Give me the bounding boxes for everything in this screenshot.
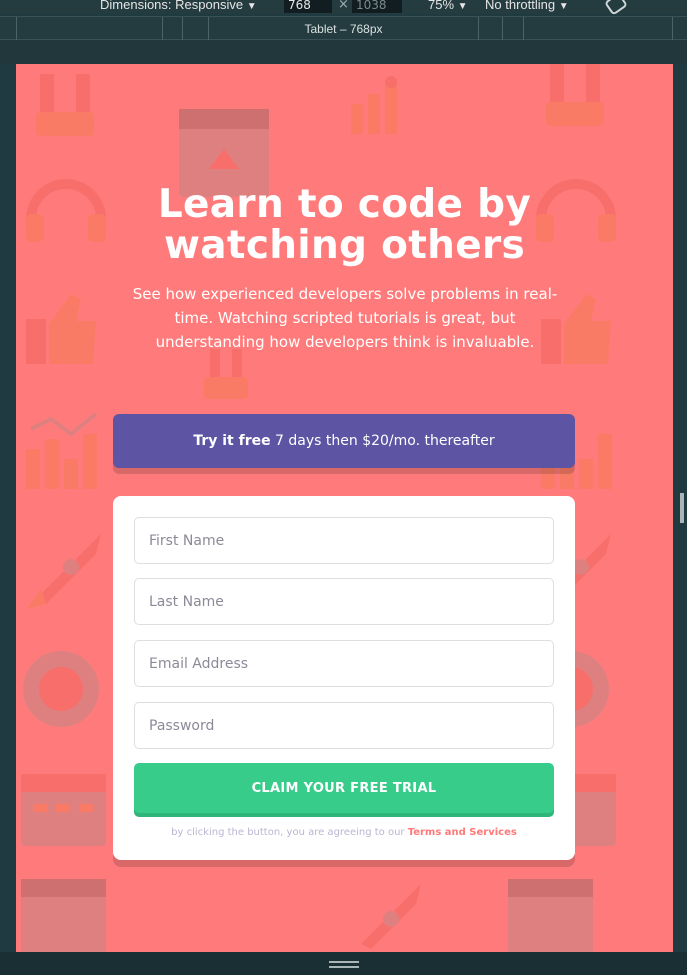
rocket-icon xyxy=(26,534,101,609)
terms-prefix: by clicking the button, you are agreeing… xyxy=(171,827,408,838)
ruler-strip xyxy=(0,40,687,64)
claim-trial-button[interactable]: CLAIM YOUR FREE TRIAL xyxy=(134,763,554,813)
zoom-label: 75% xyxy=(428,0,455,12)
terms-notice: by clicking the button, you are agreeing… xyxy=(113,827,575,838)
dimensions-dropdown[interactable]: Dimensions: Responsive ▼ xyxy=(100,0,257,12)
hero-title: Learn to code by watching others xyxy=(16,184,673,266)
zoom-dropdown[interactable]: 75% ▼ xyxy=(428,0,468,12)
email-input[interactable] xyxy=(134,640,554,687)
promo-text: 7 days then $20/mo. thereafter xyxy=(270,433,495,449)
promo-bold: Try it free xyxy=(193,433,271,449)
thumbs-up-icon xyxy=(26,294,96,364)
height-input[interactable]: 1038 xyxy=(352,0,402,13)
page-viewport: Learn to code by watching others See how… xyxy=(16,64,673,952)
media-query-bar: Tablet – 768px xyxy=(0,16,687,41)
breakpoint-label[interactable]: Tablet – 768px xyxy=(0,22,687,36)
hero-title-line2: watching others xyxy=(163,223,526,268)
bar-chart-icon xyxy=(26,412,98,489)
bar-chart-icon xyxy=(351,76,397,134)
promo-banner: Try it free 7 days then $20/mo. thereaft… xyxy=(113,414,575,468)
plug-icon xyxy=(546,64,604,126)
throttling-label: No throttling xyxy=(485,0,556,12)
throttling-dropdown[interactable]: No throttling ▼ xyxy=(485,0,569,12)
resize-bar-bottom xyxy=(0,952,687,975)
resize-handle-right[interactable] xyxy=(680,493,684,523)
plug-icon xyxy=(204,349,248,399)
width-input[interactable]: 768 xyxy=(284,0,332,13)
hero-title-line1: Learn to code by xyxy=(157,182,532,227)
signup-form: CLAIM YOUR FREE TRIAL by clicking the bu… xyxy=(113,496,575,860)
password-input[interactable] xyxy=(134,702,554,749)
chevron-down-icon: ▼ xyxy=(558,1,569,12)
times-icon: × xyxy=(338,0,349,12)
last-name-input[interactable] xyxy=(134,578,554,625)
browser-window-icon xyxy=(21,879,106,952)
terms-link[interactable]: Terms and Services xyxy=(408,827,517,838)
resize-handle-bottom[interactable] xyxy=(329,961,359,963)
chevron-down-icon: ▼ xyxy=(246,1,257,12)
rotate-icon[interactable] xyxy=(604,0,628,16)
devtools-toolbar: Dimensions: Responsive ▼ 768 × 1038 75% … xyxy=(0,0,687,16)
browser-window-icon xyxy=(508,879,593,952)
rocket-icon xyxy=(361,884,421,949)
first-name-input[interactable] xyxy=(134,517,554,564)
calendar-icon xyxy=(21,774,106,846)
dimensions-label: Dimensions: Responsive xyxy=(100,0,244,12)
resize-handle-bottom-line[interactable] xyxy=(329,966,359,968)
plug-icon xyxy=(36,74,94,136)
hero-description: See how experienced developers solve pro… xyxy=(132,285,558,351)
chevron-down-icon: ▼ xyxy=(457,1,468,12)
gear-globe-icon xyxy=(23,651,99,727)
